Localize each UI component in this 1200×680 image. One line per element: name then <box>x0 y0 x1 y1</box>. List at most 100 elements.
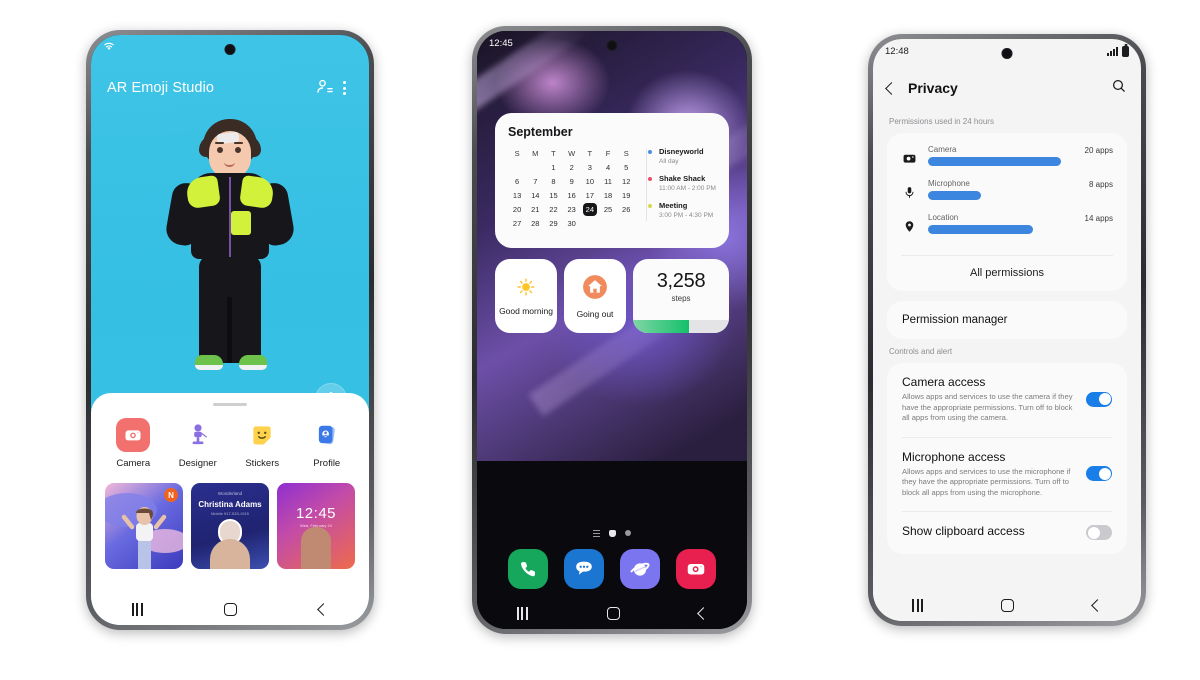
microphone-access-toggle[interactable] <box>1086 466 1112 482</box>
calendar-day-cell[interactable]: 16 <box>563 189 581 203</box>
calendar-day-cell[interactable]: 5 <box>617 161 635 175</box>
microphone-access-row[interactable]: Microphone access Allows apps and servic… <box>887 438 1127 512</box>
tool-camera[interactable]: Camera <box>104 418 162 469</box>
calendar-day-cell[interactable]: 22 <box>544 203 562 217</box>
calendar-day-cell[interactable]: 18 <box>599 189 617 203</box>
calendar-day-cell[interactable]: 27 <box>508 217 526 231</box>
lockscreen-time: 12:45 <box>295 505 337 522</box>
routine-good-morning[interactable]: Good morning <box>495 259 557 333</box>
tool-stickers[interactable]: Stickers <box>233 418 291 469</box>
all-permissions-button[interactable]: All permissions <box>887 256 1127 291</box>
calendar-day-cell[interactable]: 11 <box>599 175 617 189</box>
calendar-day-cell[interactable]: 19 <box>617 189 635 203</box>
back-icon[interactable] <box>885 81 898 95</box>
calendar-day-cell[interactable]: 17 <box>581 189 599 203</box>
search-icon[interactable] <box>1111 78 1127 99</box>
home-page-indicator[interactable] <box>609 529 616 537</box>
calendar-events: Disneyworld All day Shake Shack 11:00 AM - … <box>644 147 716 231</box>
steps-count: 3,258 <box>656 270 706 292</box>
permission-row[interactable]: Microphone 8 apps <box>901 179 1113 202</box>
calendar-day-cell[interactable]: 21 <box>526 203 544 217</box>
calendar-day-cell[interactable]: 8 <box>544 175 562 189</box>
calendar-day-cell[interactable]: 2 <box>563 161 581 175</box>
camera-access-row[interactable]: Camera access Allows apps and services t… <box>887 363 1127 437</box>
calendar-widget[interactable]: September SMTWTFS 1 2 3 4 5 6 7 8 9 10 11 12 13 14 15 1… <box>495 113 729 248</box>
steps-progress-track <box>633 320 729 333</box>
app-list-indicator[interactable] <box>593 529 600 537</box>
sheet-drag-handle[interactable] <box>213 403 247 406</box>
calendar-day-cell[interactable]: 23 <box>563 203 581 217</box>
event-title: Shake Shack <box>659 174 706 183</box>
event-time: 3:00 PM - 4:30 PM <box>659 212 714 219</box>
calendar-event[interactable]: Meeting 3:00 PM - 4:30 PM <box>648 201 716 221</box>
lockscreen-card[interactable]: 12:45 Wed, February 24 •••• <box>277 483 355 569</box>
clipboard-access-toggle[interactable] <box>1086 525 1112 540</box>
recents-button[interactable] <box>912 598 924 612</box>
home-button[interactable] <box>224 602 238 616</box>
tool-profile[interactable]: Profile <box>298 418 356 469</box>
calendar-day-cell[interactable]: 9 <box>563 175 581 189</box>
back-button[interactable] <box>317 602 331 616</box>
permission-row[interactable]: Location 14 apps <box>901 213 1113 236</box>
calendar-day-cell[interactable]: 6 <box>508 175 526 189</box>
microphone-access-title: Microphone access <box>902 449 1006 464</box>
calendar-today-cell[interactable]: 24 <box>581 203 599 217</box>
calendar-week-row: 13 14 15 16 17 18 19 <box>508 189 636 203</box>
event-time: 11:00 AM - 2:00 PM <box>659 185 716 192</box>
back-button[interactable] <box>1090 598 1104 612</box>
calendar-day-cell[interactable]: 12 <box>617 175 635 189</box>
event-color-dot <box>648 204 652 208</box>
page-dot-indicator[interactable] <box>625 530 631 537</box>
calendar-event[interactable]: Disneyworld All day <box>648 147 716 167</box>
dock-phone-app[interactable] <box>508 549 548 589</box>
phone2-navigation-bar <box>477 597 747 629</box>
calendar-day-cell[interactable]: 10 <box>581 175 599 189</box>
add-person-icon[interactable] <box>315 77 335 99</box>
phone1-screen: AR Emoji Studio Camera Designer Stickers… <box>91 35 369 625</box>
calendar-day-cell[interactable]: 26 <box>617 203 635 217</box>
home-button[interactable] <box>606 606 620 620</box>
event-title: Disneyworld <box>659 147 704 156</box>
calendar-day-cell[interactable]: 28 <box>526 217 544 231</box>
calendar-day-cell[interactable]: 29 <box>544 217 562 231</box>
clipboard-access-row[interactable]: Show clipboard access <box>887 512 1127 554</box>
status-time: 12:48 <box>885 45 909 57</box>
dock-internet-app[interactable] <box>620 549 660 589</box>
dock-camera-app[interactable] <box>676 549 716 589</box>
routine-going-out[interactable]: Going out <box>564 259 626 333</box>
calendar-empty-cell <box>508 161 526 175</box>
permission-manager-card[interactable]: Permission manager <box>887 301 1127 339</box>
calendar-day-cell[interactable]: 30 <box>563 217 581 231</box>
recents-button[interactable] <box>516 606 528 620</box>
steps-widget[interactable]: 3,258 steps <box>633 259 729 333</box>
calendar-day-cell[interactable]: 20 <box>508 203 526 217</box>
home-button[interactable] <box>1001 598 1015 612</box>
settings-scroll-area[interactable]: Permissions used in 24 hours Camera 20 ap… <box>873 109 1141 589</box>
tool-label: Designer <box>178 458 217 469</box>
calendar-day-cell[interactable]: 7 <box>526 175 544 189</box>
phone1-navigation-bar <box>91 593 369 625</box>
tool-designer[interactable]: Designer <box>169 418 227 469</box>
camera-access-toggle[interactable] <box>1086 391 1112 407</box>
sticker-card[interactable]: N <box>105 483 183 569</box>
calendar-day-cell[interactable]: 14 <box>526 189 544 203</box>
ar-emoji-avatar <box>155 119 305 409</box>
permission-row[interactable]: Camera 20 apps <box>901 145 1113 168</box>
contact-card[interactable]: Wonderland Christina Adams Mobile 917-53… <box>191 483 269 569</box>
calendar-event[interactable]: Shake Shack 11:00 AM - 2:00 PM <box>648 174 716 194</box>
calendar-day-cell[interactable]: 13 <box>508 189 526 203</box>
calendar-day-cell[interactable]: 4 <box>599 161 617 175</box>
calendar-week-row: 12345 <box>508 161 636 175</box>
permission-manager-row[interactable]: Permission manager <box>887 301 1127 339</box>
calendar-day-cell[interactable]: 1 <box>544 161 562 175</box>
back-button[interactable] <box>696 606 710 620</box>
calendar-day-cell[interactable]: 3 <box>581 161 599 175</box>
calendar-week-row: 27 28 29 30 <box>508 217 636 231</box>
calendar-day-cell[interactable]: 15 <box>544 189 562 203</box>
more-options-icon[interactable] <box>335 77 353 99</box>
recents-button[interactable] <box>131 602 143 616</box>
camera-access-title: Camera access <box>902 375 986 389</box>
calendar-day-cell[interactable]: 25 <box>599 203 617 217</box>
dock-messages-app[interactable] <box>564 549 604 589</box>
calendar-dow-row: SMTWTFS <box>508 147 636 161</box>
